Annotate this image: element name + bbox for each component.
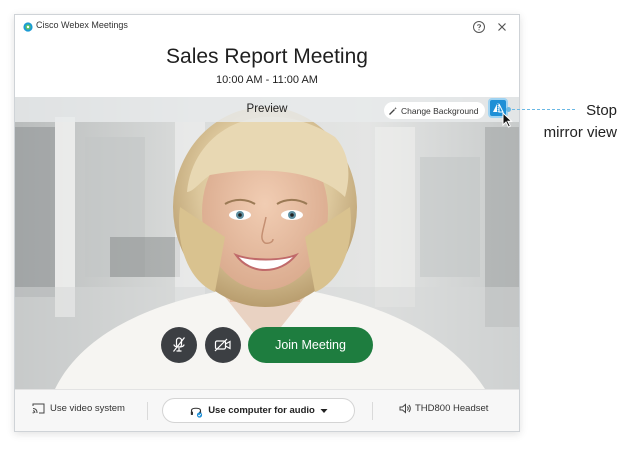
speaker-device-button[interactable]: THD800 Headset [399, 403, 488, 414]
mouse-cursor-icon [502, 112, 513, 128]
audio-option-label: Use computer for audio [208, 405, 315, 416]
change-background-label: Change Background [401, 105, 479, 116]
bottom-bar: Use video system Use computer for audio [15, 389, 519, 431]
mute-button[interactable] [161, 327, 197, 363]
callout-text: Stop mirror view [526, 100, 625, 144]
preview-bar: Preview Change Background [15, 97, 519, 128]
close-icon[interactable] [495, 20, 509, 34]
callout-line-2: mirror view [543, 124, 617, 141]
callout-line-1: Stop [586, 102, 617, 119]
app-title: Cisco Webex Meetings [36, 20, 128, 30]
use-video-system-button[interactable]: Use video system [32, 403, 125, 414]
microphone-muted-icon [173, 337, 185, 352]
use-video-system-label: Use video system [50, 403, 125, 414]
magic-wand-icon [389, 106, 397, 115]
divider [372, 402, 373, 420]
change-background-button[interactable]: Change Background [384, 102, 485, 119]
video-preview: Preview Change Background Join Meeting [15, 97, 519, 389]
video-off-icon [214, 338, 231, 352]
meeting-title: Sales Report Meeting [166, 45, 368, 68]
meeting-preview-window: Cisco Webex Meetings Sales Report Meetin… [14, 14, 520, 432]
meeting-time: 10:00 AM - 11:00 AM [216, 74, 318, 86]
cast-icon [32, 403, 45, 414]
help-icon[interactable] [472, 20, 486, 34]
join-meeting-button[interactable]: Join Meeting [248, 327, 373, 363]
title-bar: Cisco Webex Meetings [15, 15, 519, 39]
speaker-icon [399, 403, 411, 414]
video-toggle-button[interactable] [205, 327, 241, 363]
webex-logo-icon [23, 22, 33, 32]
chevron-down-icon [320, 408, 328, 413]
audio-option-dropdown[interactable]: Use computer for audio [162, 398, 355, 423]
canvas: Cisco Webex Meetings Sales Report Meetin… [0, 0, 625, 450]
speaker-device-label: THD800 Headset [415, 403, 489, 414]
headset-icon [190, 407, 203, 418]
divider [147, 402, 148, 420]
